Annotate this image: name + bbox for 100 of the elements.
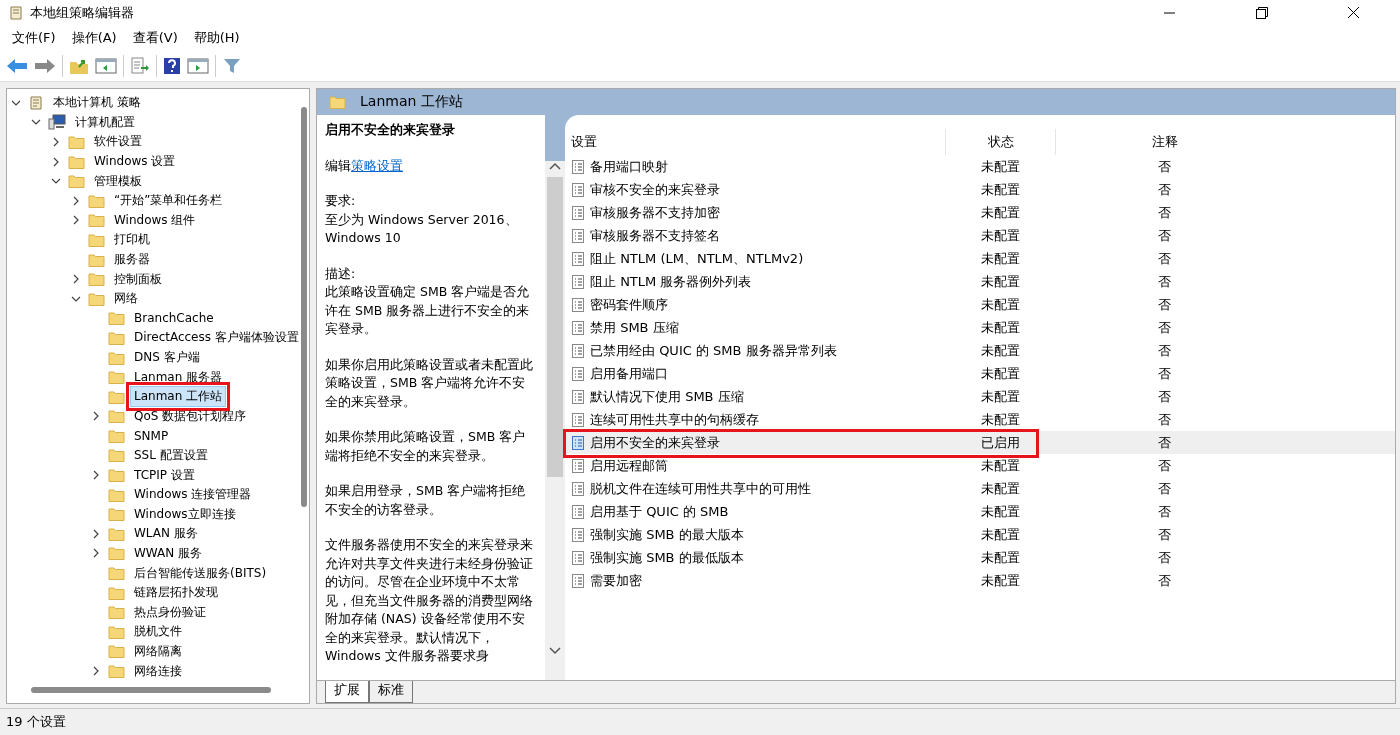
scroll-icon <box>28 94 44 111</box>
document-icon <box>571 158 585 175</box>
tree-item[interactable]: 热点身份验证 <box>130 601 210 623</box>
table-row[interactable]: 阻止 NTLM (LM、NTLM、NTLMv2) 未配置 否 <box>565 247 1395 270</box>
table-cell-text: 否 <box>1156 525 1172 544</box>
table-row[interactable]: 审核服务器不支持加密 未配置 否 <box>565 201 1395 224</box>
tree-item[interactable]: Lanman 服务器 <box>130 366 227 388</box>
chevron-right-icon[interactable] <box>71 195 81 206</box>
chevron-right-icon[interactable] <box>51 137 61 147</box>
tree-item[interactable]: Windows 设置 <box>90 151 180 173</box>
table-row[interactable]: 默认情况下使用 SMB 压缩 未配置 否 <box>565 385 1395 408</box>
table-cell-text: 未配置 <box>979 203 1021 222</box>
back-arrow-icon[interactable] <box>6 56 28 75</box>
table-row[interactable]: 需要加密 未配置 否 <box>565 569 1395 592</box>
column-header[interactable]: 注释 <box>1151 133 1178 151</box>
table-row[interactable]: 强制实施 SMB 的最大版本 未配置 否 <box>565 523 1395 546</box>
table-row[interactable]: 启用远程邮筒 未配置 否 <box>565 454 1395 477</box>
folder-icon <box>88 193 105 208</box>
folder-icon <box>68 154 85 169</box>
document-icon <box>571 549 585 566</box>
export-icon[interactable] <box>130 56 150 75</box>
tree-item[interactable]: 软件设置 <box>90 131 146 153</box>
scroll-down-icon[interactable] <box>548 646 562 656</box>
chevron-right-icon[interactable] <box>91 528 101 539</box>
tree-item[interactable]: 网络连接 <box>130 660 186 682</box>
table-row[interactable]: 已禁用经由 QUIC 的 SMB 服务器异常列表 未配置 否 <box>565 339 1395 362</box>
tree-item[interactable]: WLAN 服务 <box>130 523 202 545</box>
table-cell-text: 否 <box>1156 433 1172 452</box>
filter-icon[interactable] <box>222 56 242 75</box>
tree-item[interactable]: Windows 组件 <box>110 209 200 231</box>
tree-item[interactable]: SSL 配置设置 <box>130 445 212 466</box>
folder-icon <box>88 291 105 306</box>
table-row[interactable]: 阻止 NTLM 服务器例外列表 未配置 否 <box>565 270 1395 293</box>
tree-item[interactable]: SNMP <box>130 426 173 445</box>
chevron-right-icon[interactable] <box>71 274 81 285</box>
table-cell-text: 否 <box>1156 295 1172 314</box>
tree-item[interactable]: Windows 连接管理器 <box>130 484 256 506</box>
document-icon <box>571 411 585 428</box>
chevron-right-icon[interactable] <box>71 215 81 226</box>
table-cell: 脱机文件在连续可用性共享中的可用性 <box>590 479 811 498</box>
table-row[interactable]: 连续可用性共享中的句柄缓存 未配置 否 <box>565 408 1395 431</box>
tree-item[interactable]: 服务器 <box>110 249 154 271</box>
tab[interactable]: 标准 <box>369 681 413 703</box>
menu-item[interactable]: 文件(F) <box>4 28 64 47</box>
chevron-right-icon[interactable] <box>51 156 61 167</box>
chevron-right-icon[interactable] <box>91 548 101 559</box>
scroll-up-icon[interactable] <box>548 161 562 171</box>
tree-item[interactable]: DirectAccess 客户端体验设置 <box>130 327 303 349</box>
scrollbar-thumb[interactable] <box>547 177 563 477</box>
table-cell-text: 未配置 <box>979 387 1021 406</box>
tree-item[interactable]: 管理模板 <box>90 170 146 192</box>
tree-item[interactable]: WWAN 服务 <box>130 542 207 564</box>
policy-settings-link[interactable]: 策略设置 <box>351 157 403 173</box>
table-row[interactable]: 启用备用端口 未配置 否 <box>565 362 1395 385</box>
chevron-right-icon[interactable] <box>91 666 101 676</box>
table-row[interactable]: 禁用 SMB 压缩 未配置 否 <box>565 316 1395 339</box>
tab[interactable]: 扩展 <box>325 681 369 703</box>
table-row[interactable]: 审核不安全的来宾登录 未配置 否 <box>565 178 1395 201</box>
tree-item[interactable]: TCPIP 设置 <box>130 464 199 486</box>
tree-item[interactable]: 网络隔离 <box>130 640 186 662</box>
menu-item[interactable]: 操作(A) <box>63 28 125 47</box>
tree-item[interactable]: “开始”菜单和任务栏 <box>110 190 227 212</box>
folder-icon <box>108 330 125 345</box>
tree-item[interactable]: 网络 <box>110 288 142 310</box>
table-row[interactable]: 启用基于 QUIC 的 SMB 未配置 否 <box>565 500 1395 523</box>
column-header[interactable]: 设置 <box>565 133 945 151</box>
tree-item[interactable]: 链路层拓扑发现 <box>130 582 222 604</box>
column-header[interactable]: 状态 <box>987 133 1014 151</box>
tree-item[interactable]: 控制面板 <box>110 268 166 290</box>
table-row[interactable]: 备用端口映射 未配置 否 <box>565 155 1395 178</box>
table-row[interactable]: 密码套件顺序 未配置 否 <box>565 293 1395 316</box>
forward-arrow-icon[interactable] <box>34 56 56 75</box>
tree-item[interactable]: 计算机配置 <box>71 111 139 133</box>
chevron-right-icon[interactable] <box>91 411 101 422</box>
help-icon[interactable] <box>163 56 181 75</box>
tree-item[interactable]: 脱机文件 <box>130 621 186 643</box>
tree-item[interactable]: Windows立即连接 <box>130 503 240 525</box>
tree-item[interactable]: DNS 客户端 <box>130 347 204 368</box>
table-cell-text: 未配置 <box>979 410 1021 429</box>
table-row[interactable]: 强制实施 SMB 的最低版本 未配置 否 <box>565 546 1395 569</box>
tree-item[interactable]: 打印机 <box>110 229 154 251</box>
scrollbar-thumb[interactable] <box>31 687 271 693</box>
tree-item[interactable]: 本地计算机 策略 <box>49 92 145 114</box>
menu-item[interactable]: 帮助(H) <box>185 28 248 47</box>
chevron-right-icon[interactable] <box>91 470 101 481</box>
document-icon <box>571 572 585 589</box>
pane-icon[interactable] <box>95 56 117 75</box>
menu-item[interactable]: 查看(V) <box>124 28 186 47</box>
document-icon <box>571 526 585 543</box>
document-icon <box>571 365 585 382</box>
table-row[interactable]: 脱机文件在连续可用性共享中的可用性 未配置 否 <box>565 477 1395 500</box>
tree-item[interactable]: BranchCache <box>130 309 218 328</box>
pane-icon[interactable] <box>187 56 209 75</box>
table-cell-text: 否 <box>1156 203 1172 222</box>
tree-item[interactable]: 后台智能传送服务(BITS) <box>130 562 271 584</box>
scrollbar-thumb[interactable] <box>301 107 307 507</box>
tree-item[interactable]: QoS 数据包计划程序 <box>130 405 251 427</box>
description-text: 如果你启用此策略设置或者未配置此策略设置，SMB 客户端将允许不安全的来宾登录。 <box>325 355 534 411</box>
table-row[interactable]: 审核服务器不支持签名 未配置 否 <box>565 224 1395 247</box>
folder-icon <box>108 585 125 600</box>
